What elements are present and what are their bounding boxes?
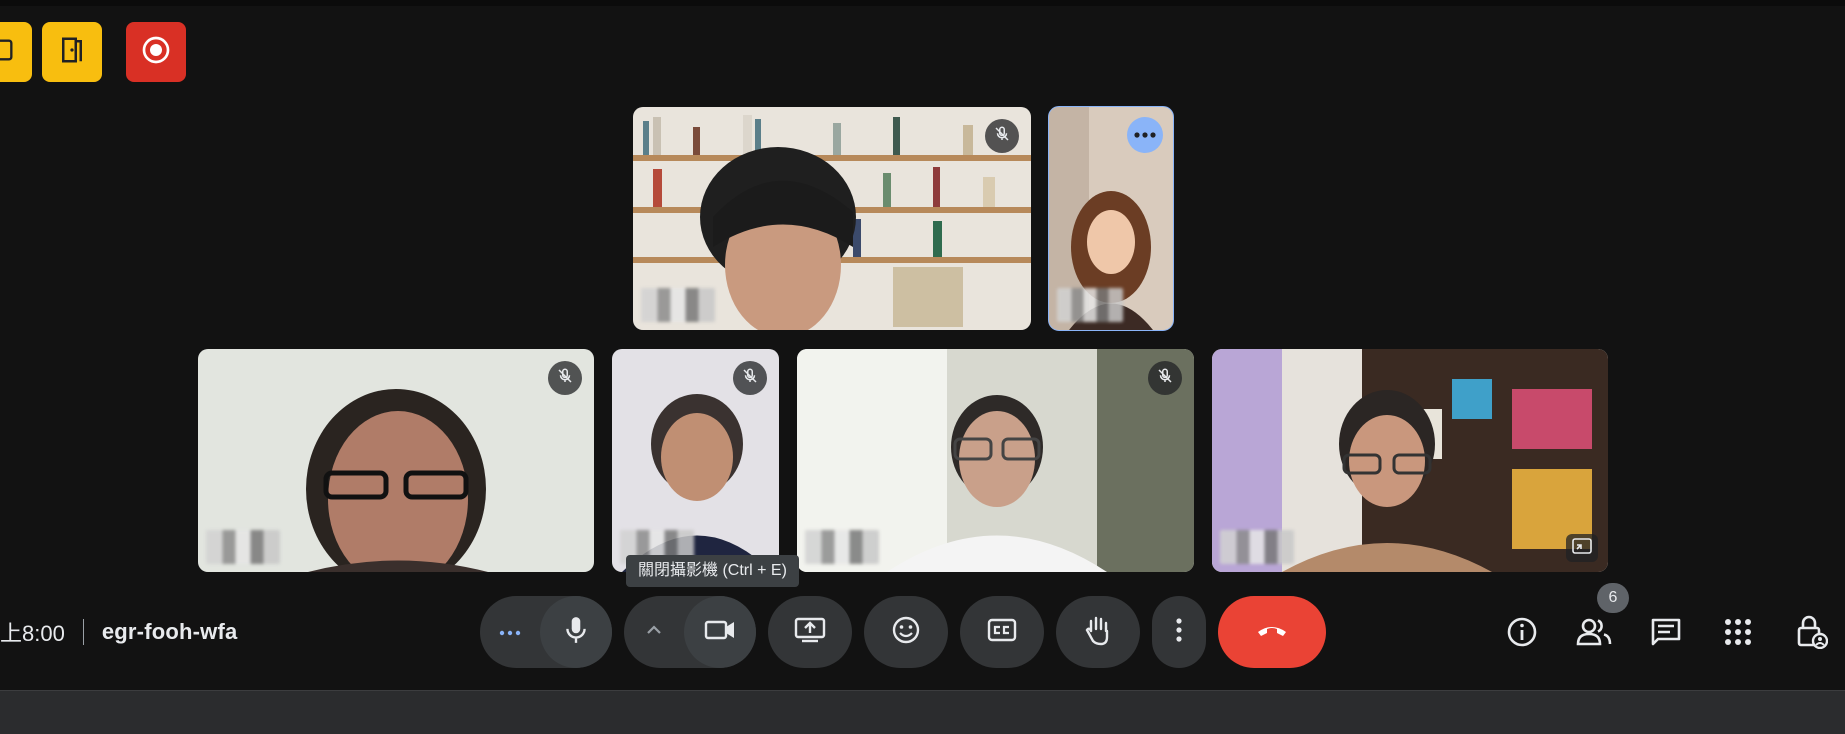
meeting-details-button[interactable] (1500, 612, 1544, 656)
end-call-icon (1255, 622, 1289, 643)
meeting-time: 上8:00 (0, 621, 65, 646)
video-tile-participant-1[interactable] (633, 107, 1031, 330)
participant-name-pixelated (641, 288, 715, 322)
microphone-icon (563, 615, 589, 650)
mic-off-icon (993, 125, 1011, 148)
top-edge (0, 0, 1845, 6)
more-vert-icon (1176, 617, 1182, 647)
video-tile-participant-2[interactable] (1048, 106, 1174, 331)
pin-tile-button[interactable] (1566, 534, 1598, 562)
audio-settings-button[interactable] (480, 596, 540, 668)
activities-button[interactable] (1716, 612, 1760, 656)
camera-button[interactable] (684, 596, 756, 668)
picture-in-picture-icon (1572, 537, 1592, 559)
door-app-button[interactable] (42, 22, 102, 82)
whiteboard-icon (0, 36, 16, 69)
chevron-up-icon (645, 623, 663, 641)
present-screen-icon (794, 617, 826, 648)
microphone-button[interactable] (540, 596, 612, 668)
record-icon (140, 34, 172, 71)
mic-off-icon (1156, 367, 1174, 390)
people-icon (1576, 617, 1612, 652)
mic-off-icon (556, 367, 574, 390)
bottom-strip (0, 690, 1845, 734)
raise-hand-icon (1083, 614, 1113, 651)
host-controls-icon (1796, 615, 1829, 654)
more-options-button[interactable] (1152, 596, 1206, 668)
video-tile-participant-4[interactable] (612, 349, 779, 572)
meeting-info: 上8:00 egr-fooh-wfa (0, 612, 237, 652)
door-exit-icon (57, 35, 87, 70)
participant-name-pixelated (1057, 288, 1123, 322)
muted-indicator (1148, 361, 1182, 395)
camera-tooltip: 關閉攝影機 (Ctrl + E) (626, 555, 799, 587)
activities-icon (1724, 618, 1752, 651)
video-tile-participant-5[interactable] (797, 349, 1194, 572)
raise-hand-button[interactable] (1056, 596, 1140, 668)
participant-name-pixelated (1220, 530, 1294, 564)
meeting-code[interactable]: egr-fooh-wfa (102, 619, 238, 645)
video-tile-participant-6[interactable] (1212, 349, 1608, 572)
chat-icon (1650, 617, 1682, 652)
camera-control-group (624, 596, 756, 668)
divider (82, 619, 84, 645)
present-screen-button[interactable] (768, 596, 852, 668)
more-dots-icon (499, 623, 521, 641)
chat-button[interactable] (1644, 612, 1688, 656)
participant-count-badge: 6 (1597, 583, 1629, 613)
participant-name-pixelated (206, 530, 280, 564)
people-button[interactable] (1572, 612, 1616, 656)
leave-call-button[interactable] (1218, 596, 1326, 668)
camera-icon (704, 619, 736, 646)
emoji-icon (891, 615, 921, 650)
send-reaction-button[interactable] (864, 596, 948, 668)
participant-name-pixelated (805, 530, 879, 564)
meet-stage: 關閉攝影機 (Ctrl + E) 上8:00 egr-fooh-wfa 6 (0, 0, 1845, 734)
info-icon (1506, 616, 1538, 653)
muted-indicator (985, 119, 1019, 153)
mic-off-icon (741, 367, 759, 390)
captions-button[interactable] (960, 596, 1044, 668)
microphone-control-group (480, 596, 612, 668)
captions-icon (987, 618, 1017, 647)
host-controls-button[interactable] (1790, 612, 1834, 656)
whiteboard-app-button[interactable] (0, 22, 32, 82)
more-horizontal-icon (1134, 126, 1156, 144)
video-settings-button[interactable] (624, 596, 684, 668)
muted-indicator (733, 361, 767, 395)
record-button[interactable] (126, 22, 186, 82)
participant-options-button[interactable] (1127, 117, 1163, 153)
video-tile-participant-3[interactable] (198, 349, 594, 572)
muted-indicator (548, 361, 582, 395)
